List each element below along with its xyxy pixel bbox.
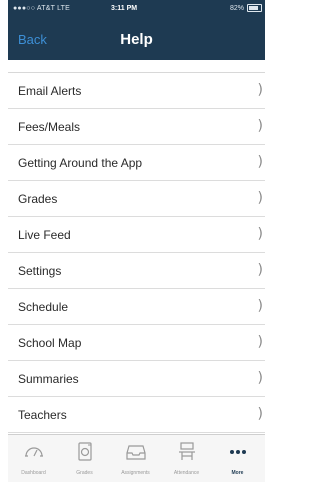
list-item-email-alerts[interactable]: Email Alerts ) bbox=[8, 73, 265, 109]
chevron-right-icon: ) bbox=[257, 118, 263, 134]
tab-label: Attendance bbox=[173, 470, 200, 476]
grades-icon bbox=[78, 442, 92, 461]
chevron-right-icon: ) bbox=[257, 370, 263, 386]
list-item-label: Settings bbox=[18, 264, 62, 278]
tab-assignments[interactable]: Assignments bbox=[110, 435, 161, 482]
list-item-label: Teachers bbox=[18, 408, 67, 422]
battery-icon bbox=[247, 4, 262, 12]
inbox-icon bbox=[126, 445, 146, 460]
speedometer-icon bbox=[25, 447, 43, 457]
chevron-right-icon: ) bbox=[257, 262, 263, 278]
tab-label: Assignments bbox=[121, 470, 150, 476]
list-item-label: Getting Around the App bbox=[18, 156, 143, 170]
list-item-teachers[interactable]: Teachers ) bbox=[8, 397, 265, 433]
chevron-right-icon: ) bbox=[257, 406, 263, 422]
phone-screen: ●●●○○ AT&T LTE 3:11 PM 82% Back Help Ema… bbox=[8, 0, 265, 482]
tab-grades[interactable]: Grades bbox=[59, 435, 110, 482]
list-item-settings[interactable]: Settings ) bbox=[8, 253, 265, 289]
chevron-right-icon: ) bbox=[257, 226, 263, 242]
list-item-label: Live Feed bbox=[18, 228, 71, 242]
chevron-right-icon: ) bbox=[257, 298, 263, 314]
list-item-label: Grades bbox=[18, 192, 58, 206]
tab-label: Dashboard bbox=[21, 470, 46, 476]
list-item-fees-meals[interactable]: Fees/Meals ) bbox=[8, 109, 265, 145]
page-title: Help bbox=[120, 31, 153, 48]
status-bar: ●●●○○ AT&T LTE 3:11 PM 82% bbox=[8, 0, 265, 18]
more-icon bbox=[230, 450, 246, 454]
chevron-right-icon: ) bbox=[257, 190, 263, 206]
navigation-bar: Back Help bbox=[8, 18, 265, 60]
tab-dashboard[interactable]: Dashboard bbox=[8, 435, 59, 482]
tab-label: Grades bbox=[76, 470, 93, 476]
carrier-label: ●●●○○ AT&T LTE bbox=[13, 5, 71, 12]
tab-more[interactable]: More bbox=[212, 435, 263, 482]
chevron-right-icon: ) bbox=[257, 154, 263, 170]
list-item-label: Schedule bbox=[18, 300, 69, 314]
list-item-label: Email Alerts bbox=[18, 84, 82, 98]
list-item-school-map[interactable]: School Map ) bbox=[8, 325, 265, 361]
list-item-label: School Map bbox=[18, 336, 82, 350]
list-item-grades[interactable]: Grades ) bbox=[8, 181, 265, 217]
list-item-live-feed[interactable]: Live Feed ) bbox=[8, 217, 265, 253]
list-item-getting-around[interactable]: Getting Around the App ) bbox=[8, 145, 265, 181]
tab-bar: Dashboard Grades Assignments Attendance … bbox=[8, 434, 265, 482]
list-item-summaries[interactable]: Summaries ) bbox=[8, 361, 265, 397]
list-item-label: Fees/Meals bbox=[18, 120, 81, 134]
attendance-icon bbox=[179, 442, 195, 460]
chevron-right-icon: ) bbox=[257, 82, 263, 98]
battery-percent: 82% bbox=[229, 4, 244, 12]
chevron-right-icon: ) bbox=[257, 334, 263, 350]
list-item-label: Summaries bbox=[18, 372, 79, 386]
list-item-schedule[interactable]: Schedule ) bbox=[8, 289, 265, 325]
help-topics-list: Email Alerts ) Fees/Meals ) Getting Arou… bbox=[8, 60, 265, 434]
tab-attendance[interactable]: Attendance bbox=[161, 435, 212, 482]
status-time: 3:11 PM bbox=[111, 5, 138, 12]
battery-status: 82% bbox=[230, 4, 262, 12]
tab-label: More bbox=[231, 470, 244, 476]
